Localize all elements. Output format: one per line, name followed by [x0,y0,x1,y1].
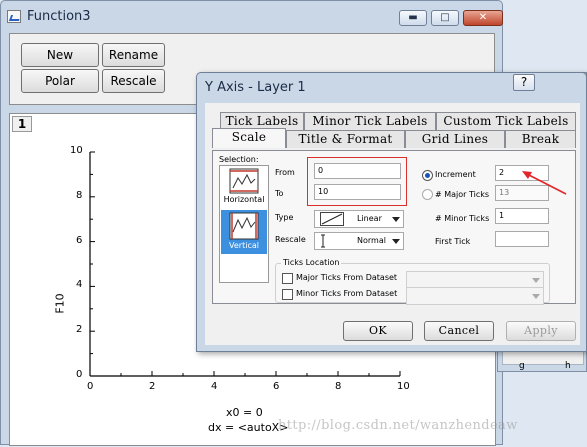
dialog-body: Tick Labels Minor Tick Labels Custom Tic… [205,103,580,345]
tab-break[interactable]: Break [505,130,576,148]
increment-input[interactable]: 2 [495,165,549,181]
y-axis-dialog: Y Axis - Layer 1 ? Tick Labels Minor Tic… [196,72,587,352]
x-tick-label: 0 [87,381,94,392]
minimize-icon: ▬ [408,12,418,23]
y-tick-label: 2 [76,324,83,336]
chevron-down-icon [532,278,540,283]
scale-tab-page: Selection: Horizontal Vertical From 0 To… [212,150,576,305]
minor-ticks-input[interactable]: 1 [495,208,549,224]
x-axis-label-line1[interactable]: x0 = 0 [226,406,263,419]
first-tick-label: First Tick [435,237,471,246]
apply-button[interactable]: Apply [506,321,576,341]
increment-radio[interactable] [422,170,433,181]
rescale-label: Rescale [275,235,306,244]
help-button[interactable]: ? [513,74,535,91]
from-to-highlight-box [307,157,407,206]
dialog-title: Y Axis - Layer 1 [205,80,306,95]
vertical-axis-icon [229,212,259,240]
cancel-button[interactable]: Cancel [424,321,494,341]
rename-button[interactable]: Rename [102,43,165,67]
selection-list[interactable]: Horizontal Vertical [219,165,269,283]
y-tick-label: 6 [76,234,83,246]
x-axis-label-line2[interactable]: dx = <autoX> [208,421,288,434]
x-tick-label: 10 [397,381,410,392]
increment-label: Increment [435,170,476,179]
function-window-title: Function3 [27,9,91,24]
minor-ticks-label: # Minor Ticks [435,214,490,223]
selection-item-horizontal[interactable]: Horizontal [220,166,268,208]
y-axis-title[interactable]: F10 [54,293,67,313]
horizontal-axis-icon [229,168,259,194]
tab-grid-lines[interactable]: Grid Lines [405,130,505,148]
minimize-button[interactable]: ▬ [399,10,427,26]
major-ticks-from-dataset-checkbox[interactable] [282,273,293,284]
tab-title-format[interactable]: Title & Format [286,130,405,148]
maximize-icon: □ [440,12,450,23]
selection-item-horizontal-label: Horizontal [223,195,265,204]
major-ticks-label: # Major Ticks [435,190,490,199]
type-dropdown[interactable]: Linear [314,210,404,228]
ok-button[interactable]: OK [343,321,413,341]
tab-custom-tick-labels[interactable]: Custom Tick Labels [436,112,576,130]
type-value: Linear [357,214,382,223]
rescale-button[interactable]: Rescale [102,69,165,93]
x-tick-label: 6 [273,381,280,392]
major-ticks-from-dataset-label: Major Ticks From Dataset [296,273,398,282]
tab-minor-tick-labels[interactable]: Minor Tick Labels [304,112,436,130]
close-icon: ✕ [478,12,488,23]
right-partial-label-h: h [565,361,571,371]
chevron-down-icon [532,294,540,299]
first-tick-input[interactable] [495,231,549,247]
function-window-titlebar[interactable]: Function3 ▬ □ ✕ [1,1,503,33]
selection-item-vertical-label: Vertical [229,241,259,250]
rescale-dropdown[interactable]: Normal [314,232,404,250]
chevron-down-icon [392,217,400,222]
major-ticks-input[interactable]: 13 [495,185,549,201]
x-tick-label: 8 [335,381,342,392]
minor-ticks-dataset-dropdown[interactable] [406,287,544,305]
chevron-down-icon [392,239,400,244]
right-partial-label-g: g [519,361,525,371]
linear-scale-icon [320,212,344,226]
tab-scale[interactable]: Scale [212,128,286,148]
rescale-normal-icon [321,234,325,248]
y-tick-label: 10 [70,145,83,156]
minor-ticks-from-dataset-label: Minor Ticks From Dataset [296,289,398,298]
y-tick-label: 4 [76,279,83,291]
y-tick-label: 0 [76,369,83,380]
x-tick-label: 2 [149,381,156,392]
new-function-button[interactable]: New Function [21,43,99,84]
minor-ticks-from-dataset-checkbox[interactable] [282,289,293,300]
ticks-location-label: Ticks Location [281,258,342,267]
major-ticks-radio[interactable] [422,189,433,200]
to-label: To [275,189,284,198]
maximize-button[interactable]: □ [431,10,459,26]
close-button[interactable]: ✕ [463,10,503,26]
watermark-text: http://blog.csdn.net/wanzhendeaw [278,418,518,433]
y-tick-label: 8 [76,189,83,201]
from-label: From [275,168,295,177]
rescale-value: Normal [357,236,386,245]
x-tick-label: 4 [211,381,218,392]
selection-label: Selection: [219,155,259,164]
type-label: Type [275,213,294,222]
selection-item-vertical[interactable]: Vertical [221,210,267,254]
graph-app-icon [7,10,21,23]
polar-button[interactable]: Polar [21,69,99,93]
